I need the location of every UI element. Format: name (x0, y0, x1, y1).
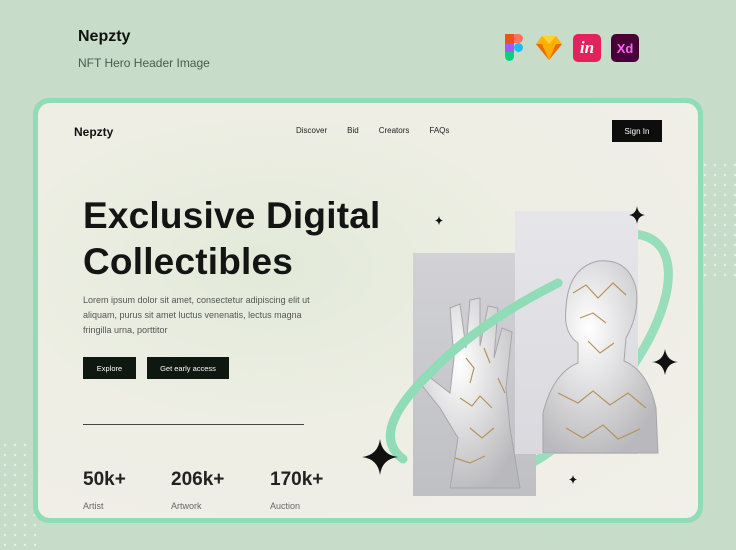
hero-description: Lorem ipsum dolor sit amet, consectetur … (83, 295, 310, 335)
invision-icon: in (573, 34, 601, 62)
stat-artwork: 206k+ Artwork (171, 469, 224, 511)
divider (83, 424, 304, 425)
brand-title: Nepzty (78, 28, 131, 45)
headline-line-2: Collectibles (83, 241, 294, 282)
artwork-panel-right (515, 211, 638, 454)
nav-logo[interactable]: Nepzty (74, 125, 113, 139)
stat-label: Artwork (171, 501, 202, 511)
stat-label: Artist (83, 501, 104, 511)
ring-front (385, 278, 563, 464)
tool-icons: in Xd (503, 34, 639, 62)
early-access-button[interactable]: Get early access (147, 357, 229, 379)
brand-subtitle: NFT Hero Header Image (78, 56, 210, 70)
nav-link-creators[interactable]: Creators (379, 126, 410, 135)
sign-in-button[interactable]: Sign In (612, 120, 662, 142)
marble-bust (542, 260, 659, 454)
marble-hand (419, 297, 521, 489)
decorative-dots-right (700, 160, 736, 280)
stat-value: 50k+ (83, 469, 126, 490)
nav-links: Discover Bid Creators FAQs (296, 126, 449, 135)
nav-link-faqs[interactable]: FAQs (429, 126, 449, 135)
hero-card: Nepzty Discover Bid Creators FAQs Sign I… (38, 103, 698, 518)
nav-link-bid[interactable]: Bid (347, 126, 359, 135)
sparkle-icon (569, 475, 577, 484)
stat-value: 170k+ (270, 469, 324, 490)
adobe-xd-icon: Xd (611, 34, 639, 62)
stat-auction: 170k+ Auction (270, 469, 323, 511)
sparkle-icon (362, 439, 398, 475)
ring-back (433, 229, 673, 487)
sparkle-icon (629, 206, 645, 224)
stat-value: 206k+ (171, 469, 225, 490)
hero-headline: Exclusive Digital Collectibles (83, 193, 423, 285)
nav-link-discover[interactable]: Discover (296, 126, 327, 135)
stat-artist: 50k+ Artist (83, 469, 126, 511)
figma-icon (503, 34, 525, 62)
headline-line-1: Exclusive Digital (83, 195, 381, 236)
artwork-panel-left (413, 253, 536, 496)
stat-label: Auction (270, 501, 301, 511)
sparkle-icon (652, 349, 678, 375)
sparkle-icon (435, 216, 443, 225)
hero-frame: Nepzty Discover Bid Creators FAQs Sign I… (33, 98, 703, 523)
sketch-icon (535, 34, 563, 62)
explore-button[interactable]: Explore (83, 357, 136, 379)
